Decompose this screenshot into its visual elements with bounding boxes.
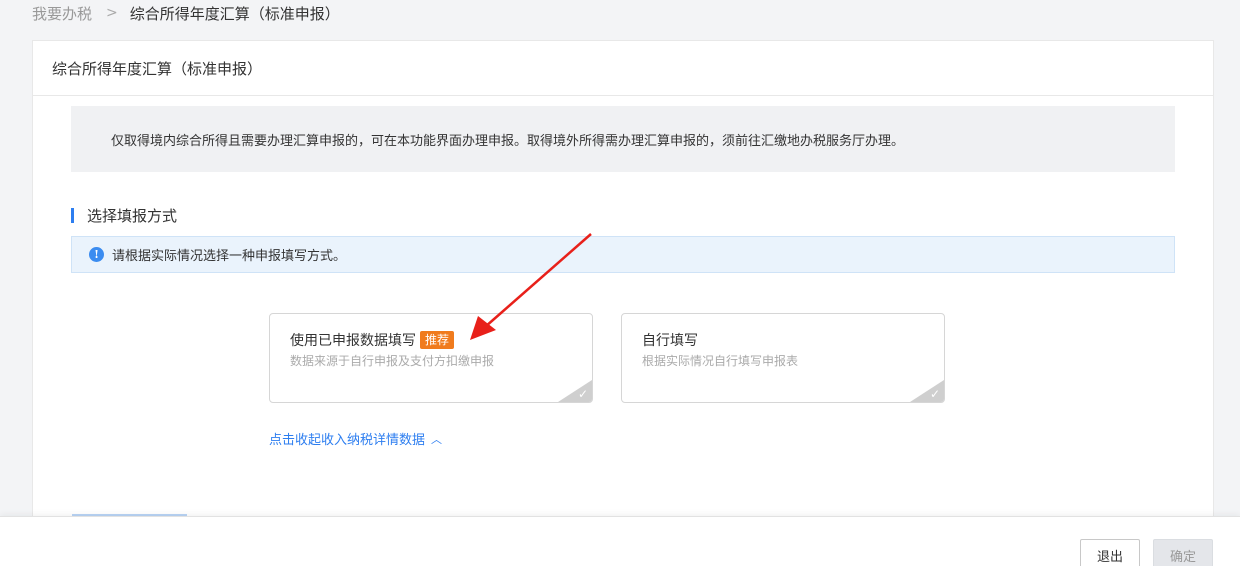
info-text: 请根据实际情况选择一种申报填写方式。: [112, 249, 347, 264]
collapse-link-label: 点击收起收入纳税详情数据: [269, 433, 426, 448]
info-icon: !: [89, 247, 104, 262]
option-title-row: 自行填写: [642, 330, 698, 350]
breadcrumb-current: 综合所得年度汇算（标准申报）: [129, 4, 340, 23]
option-title: 使用已申报数据填写: [290, 333, 416, 349]
card-title: 综合所得年度汇算（标准申报）: [33, 41, 1213, 96]
main-card: 综合所得年度汇算（标准申报） 仅取得境内综合所得且需要办理汇算申报的，可在本功能…: [32, 40, 1214, 518]
option-desc: 根据实际情况自行填写申报表: [642, 354, 799, 368]
chevron-up-icon: ︿: [431, 432, 443, 446]
option-title: 自行填写: [642, 333, 698, 349]
option-title-row: 使用已申报数据填写 推荐: [290, 330, 455, 350]
breadcrumb-separator: >: [106, 5, 118, 21]
option-self-fill[interactable]: 自行填写 根据实际情况自行填写申报表 ✓: [621, 313, 945, 403]
check-icon: ✓: [929, 387, 940, 401]
info-alert: ! 请根据实际情况选择一种申报填写方式。: [71, 236, 1175, 273]
check-icon: ✓: [577, 387, 588, 401]
recommend-badge: 推荐: [420, 331, 455, 349]
confirm-button[interactable]: 确定: [1153, 539, 1213, 566]
notice-box: 仅取得境内综合所得且需要办理汇算申报的，可在本功能界面办理申报。取得境外所得需办…: [71, 106, 1175, 172]
section-heading: 选择填报方式: [71, 206, 178, 225]
option-use-declared-data[interactable]: 使用已申报数据填写 推荐 数据来源于自行申报及支付方扣缴申报 ✓: [269, 313, 593, 403]
collapse-details-link[interactable]: 点击收起收入纳税详情数据 ︿: [269, 429, 443, 449]
option-desc: 数据来源于自行申报及支付方扣缴申报: [290, 354, 495, 368]
notice-text: 仅取得境内综合所得且需要办理汇算申报的，可在本功能界面办理申报。取得境外所得需办…: [111, 133, 905, 149]
exit-button[interactable]: 退出: [1080, 539, 1140, 566]
section-title: 选择填报方式: [87, 206, 178, 225]
breadcrumb: 我要办税 > 综合所得年度汇算（标准申报）: [32, 3, 340, 23]
footer-bar: 退出 确定: [0, 516, 1240, 566]
section-accent-bar: [71, 207, 74, 223]
breadcrumb-link-tax[interactable]: 我要办税: [32, 3, 92, 24]
